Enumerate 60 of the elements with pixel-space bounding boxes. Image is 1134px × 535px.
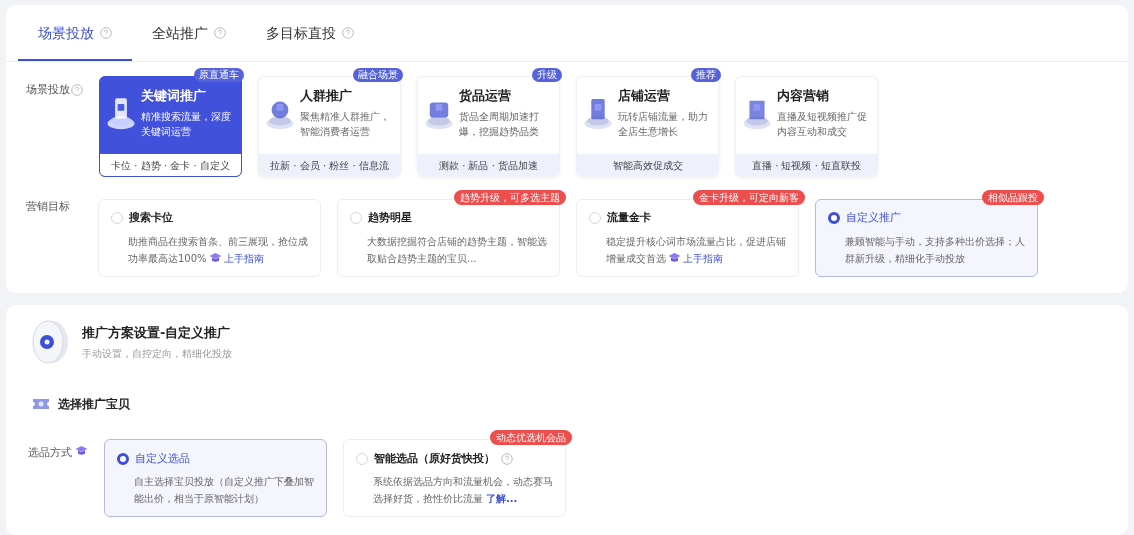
help-icon: [71, 84, 83, 96]
badge: 动态优选机会品: [490, 430, 572, 445]
badge: 推荐: [691, 68, 721, 82]
card-description: 货品全周期加速打爆，挖掘趋势品类: [459, 109, 540, 139]
badge: 相似品跟投: [982, 190, 1044, 205]
tab[interactable]: 多目标直投: [246, 7, 374, 61]
radio-button[interactable]: [828, 212, 840, 225]
row-label: 选品方式: [28, 445, 72, 461]
card-footer: 测款 · 新品 · 货品加速: [418, 154, 559, 176]
card-footer: 拉新 · 会员 · 粉丝 · 信息流: [259, 154, 400, 176]
badge: 金卡升级，可定向新客: [693, 190, 805, 205]
ticket-icon: [32, 398, 50, 410]
selection-card[interactable]: 自定义选品 自主选择宝贝投放（自定义推广下叠加智能出价，相当于原智能计划）: [104, 439, 327, 517]
graduation-cap-icon: [668, 251, 681, 264]
learn-more-link[interactable]: 了解...: [486, 492, 518, 504]
card-footer: 直播 · 短视频 · 短直联投: [736, 154, 877, 176]
help-icon: [342, 27, 354, 39]
option-description: 大数据挖掘符合店铺的趋势主题，智能选取贴合趋势主题的宝贝...: [366, 234, 547, 266]
badge: 融合场景: [353, 68, 403, 82]
card-description: 精准搜索流量，深度关键词运营: [141, 109, 232, 139]
guide-link[interactable]: 上手指南: [223, 252, 264, 264]
card-footer: 卡位 · 趋势 · 金卡 · 自定义: [100, 154, 241, 176]
row-label: 营销目标: [26, 199, 71, 215]
scene-card[interactable]: 内容营销 直播及短视频推广促内容互动和成交 直播 · 短视频 · 短直联投: [735, 76, 878, 177]
card-description: 聚焦精准人群推广，智能消费者运营: [300, 109, 391, 139]
tab[interactable]: 场景投放: [18, 7, 132, 61]
option-description: 兼顾智能与手动，支持多种出价选择；人群新升级，精细化手动投放: [844, 234, 1025, 266]
card-footer: 智能高效促成交: [577, 154, 718, 176]
badge: 趋势升级，可多选主题: [454, 190, 566, 205]
section-heading: 推广方案设置-自定义推广: [82, 323, 232, 342]
graduation-cap-icon: [75, 445, 88, 457]
goal-card[interactable]: 搜索卡位 助推商品在搜索首条、前三展现，抢位成功率最高达100% 上手指南: [98, 199, 321, 277]
radio-button[interactable]: [117, 453, 129, 466]
option-description: 助推商品在搜索首条、前三展现，抢位成功率最高达100% 上手指南: [127, 234, 308, 266]
option-description: 稳定提升核心词市场流量占比，促进店铺增量成交首选 上手指南: [605, 234, 786, 266]
help-icon: [214, 27, 226, 39]
option-title: 自定义推广: [846, 210, 901, 226]
card-description: 直播及短视频推广促内容互动和成交: [777, 109, 868, 139]
section-title: 选择推广宝贝: [58, 396, 130, 413]
section-subtitle: 手动设置，自控定向，精细化投放: [82, 347, 232, 362]
card-description: 玩转店铺流量，助力全店生意增长: [618, 109, 709, 139]
badge: 升级: [532, 68, 562, 82]
card-title: 关键词推广: [141, 87, 207, 105]
option-title: 智能选品（原好货快投）: [374, 451, 495, 467]
card-title: 货品运营: [459, 87, 512, 105]
guide-link[interactable]: 上手指南: [683, 252, 723, 264]
graduation-cap-icon: [208, 251, 222, 264]
tab[interactable]: 全站推广: [132, 7, 246, 61]
row-label: 场景投放: [26, 81, 70, 98]
option-description: 自主选择宝贝投放（自定义推广下叠加智能出价，相当于原智能计划）: [133, 474, 314, 506]
help-icon: [100, 27, 112, 39]
option-title: 趋势明星: [368, 210, 412, 226]
option-title: 流量金卡: [607, 210, 651, 226]
option-description: 系统依据选品方向和流量机会，动态赛马选择好货，抢性价比流量 了解...: [372, 474, 553, 506]
card-title: 店铺运营: [618, 87, 671, 105]
option-title: 自定义选品: [135, 451, 190, 467]
card-title: 人群推广: [300, 87, 353, 105]
option-title: 搜索卡位: [129, 210, 173, 226]
card-title: 内容营销: [777, 87, 830, 105]
badge: 原直通车: [194, 68, 244, 82]
